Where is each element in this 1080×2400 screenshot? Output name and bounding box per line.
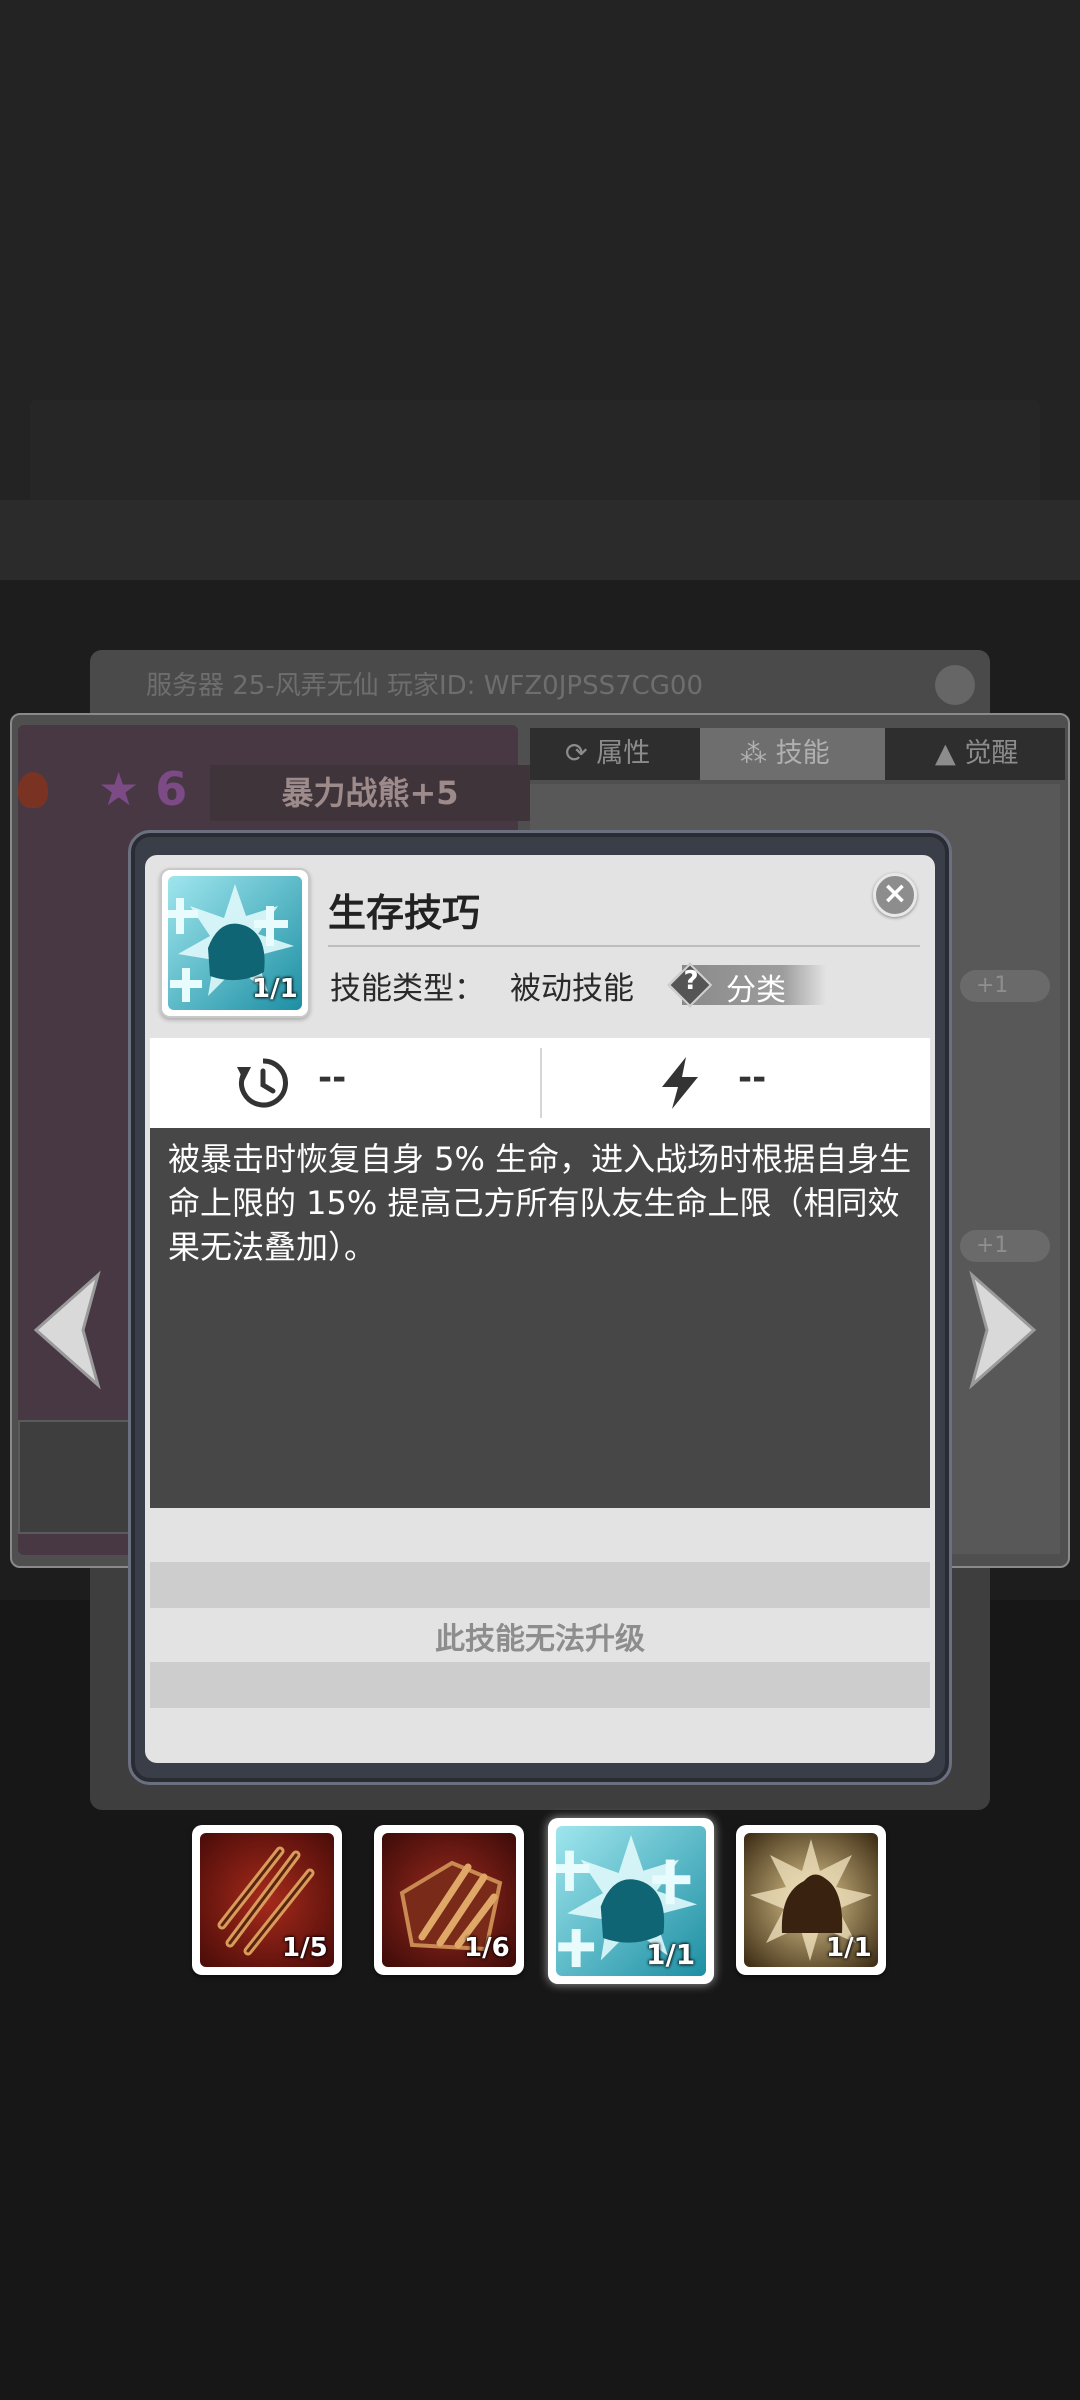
- skill-type-label: 技能类型：: [330, 971, 485, 1007]
- stats-divider: [540, 1048, 542, 1118]
- skill-slot-level: 1/6: [464, 1933, 510, 1963]
- tab-attributes[interactable]: ⟳ 属性: [565, 728, 650, 780]
- close-button[interactable]: ×: [873, 873, 917, 917]
- upgrade-status: 此技能无法升级: [435, 1622, 645, 1657]
- background-strip: [0, 500, 1080, 580]
- skill-level-text: 1/1: [252, 974, 298, 1004]
- chevron-right-icon[interactable]: [962, 1270, 1042, 1390]
- chevron-left-icon[interactable]: [28, 1270, 108, 1390]
- skill-title: 生存技巧: [328, 891, 481, 935]
- hero-name: 暴力战熊+5: [210, 765, 530, 821]
- skill-slot-1[interactable]: 1/5: [192, 1825, 342, 1975]
- energy-value: --: [738, 1058, 767, 1098]
- skill-slot-3[interactable]: 1/1: [548, 1818, 714, 1984]
- skill-slot-level: 1/5: [282, 1933, 328, 1963]
- level-pill: +1: [960, 1230, 1050, 1262]
- fire-icon: [18, 772, 48, 808]
- skill-slot-level: 1/1: [646, 1938, 696, 1971]
- tab-awaken[interactable]: ▲ 觉醒: [935, 728, 1018, 780]
- skill-slot-level: 1/1: [826, 1933, 872, 1963]
- category-tag[interactable]: ? 分类: [667, 962, 826, 1008]
- skill-icon: ⁂: [740, 738, 776, 769]
- skill-slot-4[interactable]: 1/1: [736, 1825, 886, 1975]
- skill-description: 被暴击时恢复自身 5% 生命，进入战场时根据自身生命上限的 15% 提高己方所有…: [168, 1140, 912, 1266]
- title-divider: [328, 945, 920, 947]
- tab-skills[interactable]: ⁂ 技能: [740, 728, 830, 780]
- lightning-icon: [662, 1057, 698, 1109]
- player-info-bar: 服务器 25-风弄无仙 玩家ID: WFZ0JPSS7CG00: [90, 650, 990, 722]
- skill-icon-frame: 1/1: [160, 868, 310, 1018]
- hero-star-rank: ★ 6: [98, 762, 188, 816]
- triforce-icon: ▲: [935, 738, 965, 769]
- player-info-close-icon[interactable]: [935, 665, 975, 705]
- upgrade-band: [150, 1562, 930, 1608]
- skill-slot-2[interactable]: 1/6: [374, 1825, 524, 1975]
- level-pill: +1: [960, 970, 1050, 1002]
- upgrade-band: [150, 1662, 930, 1708]
- cooldown-value: --: [318, 1058, 347, 1098]
- background-hud: [30, 400, 1040, 510]
- cooldown-icon: [237, 1058, 288, 1108]
- swirl-icon: ⟳: [565, 738, 597, 769]
- stat-card: [18, 1420, 142, 1534]
- skill-type-value: 被动技能: [510, 971, 634, 1007]
- category-label: 分类: [726, 973, 786, 1008]
